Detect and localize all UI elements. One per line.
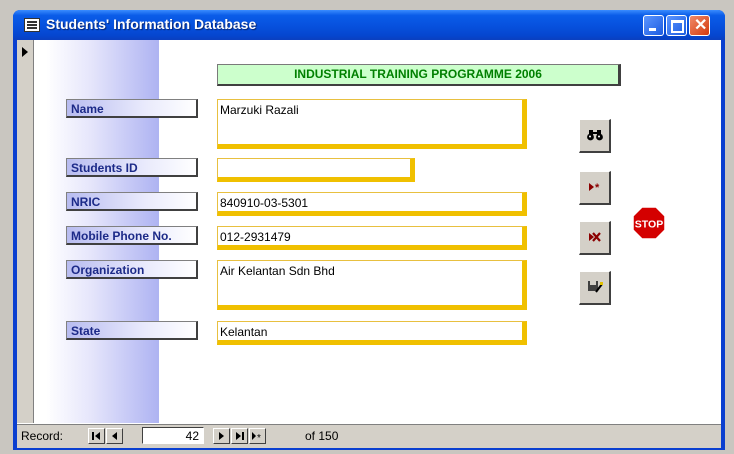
next-record-button[interactable]: [213, 428, 230, 444]
record-selector[interactable]: [17, 40, 34, 423]
next-record-icon: [219, 432, 224, 440]
close-button[interactable]: ✕: [689, 15, 710, 36]
new-record-nav-button[interactable]: *: [249, 428, 266, 444]
delete-record-button[interactable]: [579, 221, 611, 255]
form-detail-section: INDUSTRIAL TRAINING PROGRAMME 2006 Name …: [34, 40, 721, 423]
svg-text:*: *: [595, 182, 600, 194]
current-record-input[interactable]: 42: [142, 427, 204, 444]
record-label: Record:: [21, 429, 64, 443]
current-record-arrow-icon: [22, 47, 28, 57]
nric-field[interactable]: 840910-03-5301: [217, 192, 527, 216]
name-field[interactable]: Marzuki Razali: [217, 99, 527, 149]
organization-label: Organization: [66, 260, 198, 279]
svg-text:*: *: [257, 433, 261, 443]
title-bar[interactable]: Students' Information Database ✕: [13, 10, 725, 40]
binoculars-icon: [587, 130, 603, 141]
state-label: State: [66, 321, 198, 340]
new-record-button[interactable]: *: [579, 171, 611, 205]
stop-label: STOP: [635, 219, 663, 231]
first-record-button[interactable]: [88, 428, 105, 444]
organization-field[interactable]: Air Kelantan Sdn Bhd: [217, 260, 527, 310]
maximize-button[interactable]: [666, 15, 687, 36]
stop-icon: STOP: [632, 206, 666, 240]
minimize-button[interactable]: [643, 15, 664, 36]
form-client-area: INDUSTRIAL TRAINING PROGRAMME 2006 Name …: [17, 40, 721, 448]
name-label: Name: [66, 99, 198, 118]
nric-label: NRIC: [66, 192, 198, 211]
last-record-button[interactable]: [231, 428, 248, 444]
last-record-icon: [236, 432, 244, 440]
find-record-button[interactable]: [579, 119, 611, 153]
students-id-field[interactable]: [217, 158, 415, 182]
previous-record-icon: [112, 432, 117, 440]
record-navigation-bar: Record: 42 * of 150: [17, 424, 721, 448]
stop-button[interactable]: STOP: [632, 206, 666, 240]
previous-record-button[interactable]: [106, 428, 123, 444]
save-record-button[interactable]: [579, 271, 611, 305]
mobile-phone-label: Mobile Phone No.: [66, 226, 198, 245]
first-record-icon: [92, 432, 100, 440]
form-heading: INDUSTRIAL TRAINING PROGRAMME 2006: [217, 64, 621, 86]
students-id-label: Students ID: [66, 158, 198, 177]
state-field[interactable]: Kelantan: [217, 321, 527, 345]
form-window: Students' Information Database ✕ INDUSTR…: [13, 10, 725, 450]
window-title: Students' Information Database: [46, 16, 257, 32]
new-record-icon: *: [589, 182, 600, 194]
save-record-icon: [588, 281, 603, 293]
record-count: of 150: [305, 429, 339, 443]
new-record-nav-icon: *: [252, 432, 261, 444]
form-icon: [24, 18, 40, 32]
close-icon: ✕: [694, 17, 708, 34]
mobile-phone-field[interactable]: 012-2931479: [217, 226, 527, 250]
delete-record-icon: [589, 232, 601, 242]
